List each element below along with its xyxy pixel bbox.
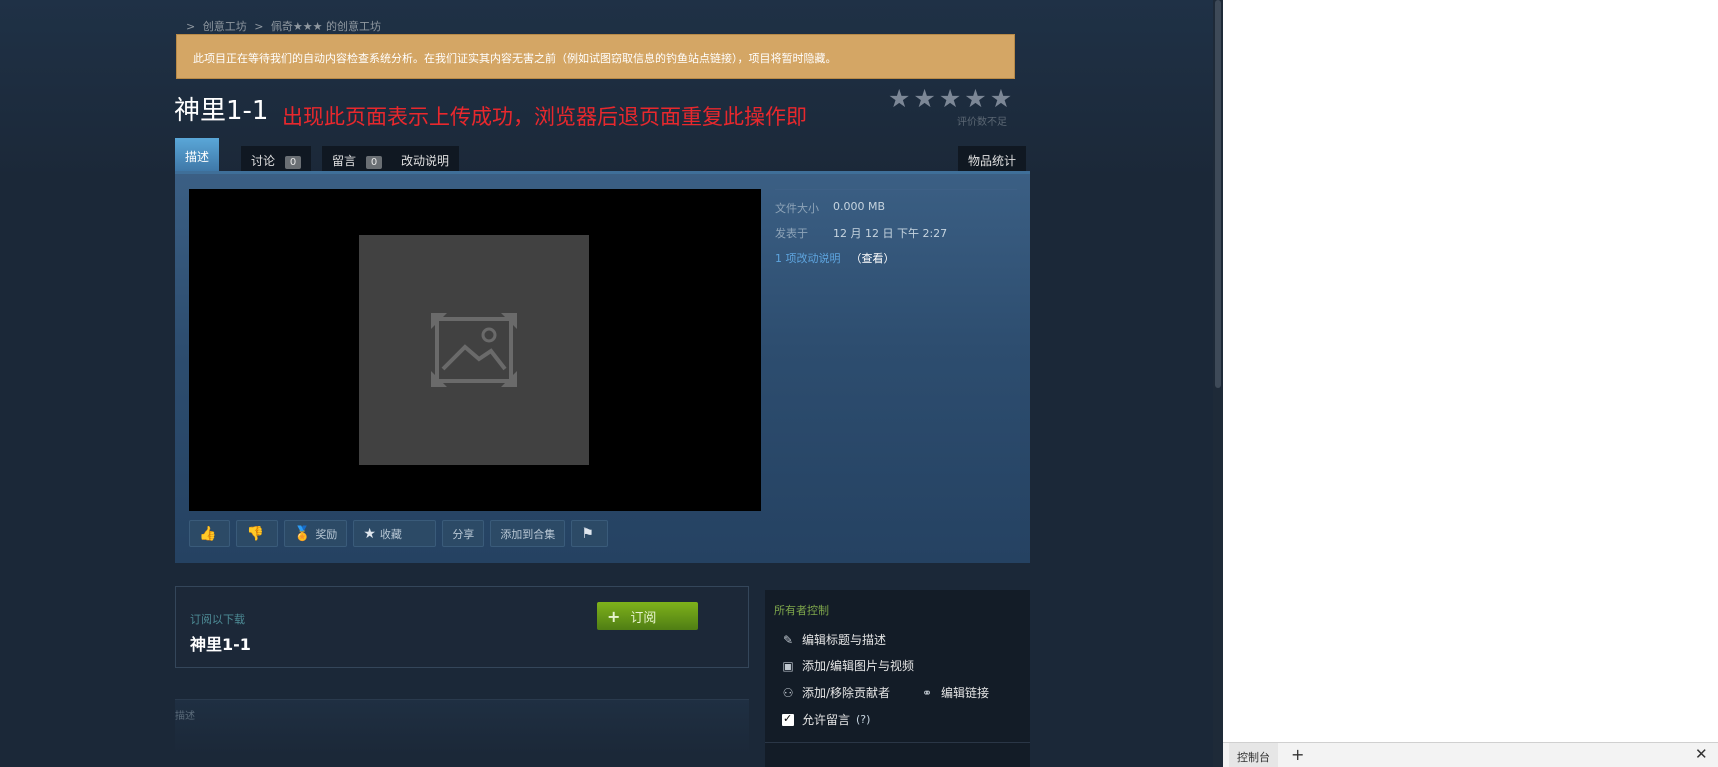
add-media-label: 添加/编辑图片与视频 — [802, 659, 915, 673]
view-changelog-link[interactable]: （查看） — [851, 250, 895, 266]
share-label: 分享 — [452, 527, 475, 541]
image-icon: ▣ — [782, 658, 794, 673]
tab-discussions-label: 讨论 — [251, 154, 276, 168]
tab-description[interactable]: 描述 — [175, 138, 220, 171]
thumbs-down-icon: 👎 — [246, 525, 264, 542]
tab-stats-label: 物品统计 — [968, 154, 1017, 168]
add-media-link[interactable]: ▣ 添加/编辑图片与视频 — [780, 657, 914, 674]
description-label: 描述 — [175, 711, 195, 722]
subscribe-label: 订阅以下载 — [190, 613, 245, 626]
file-size-key: 文件大小 — [775, 202, 819, 215]
item-main-panel: 文件大小 0.000 MB 发表于 12 月 12 日 下午 2:27 1 项改… — [175, 174, 1030, 563]
close-icon[interactable]: ✕ — [1695, 745, 1708, 763]
add-tab-icon[interactable]: + — [1291, 745, 1304, 764]
devtools-drawer-bar: 控制台 + ✕ — [1223, 742, 1718, 767]
posted-value: 12 月 12 日 下午 2:27 — [833, 227, 948, 240]
breadcrumb-workshop-link[interactable]: 创意工坊 — [203, 20, 247, 33]
link-icon: ⚭ — [921, 685, 933, 700]
discussions-count-badge: 0 — [284, 156, 302, 169]
allow-comments-label: 允许留言 — [802, 713, 851, 727]
contributors-link[interactable]: ⚇ 添加/移除贡献者 — [780, 684, 890, 701]
breadcrumb-arrow: > — [186, 20, 196, 33]
tab-comments[interactable]: 留言 0 — [322, 146, 393, 171]
upload-success-message: 出现此页面表示上传成功，浏览器后退页面重复此操作即 — [282, 105, 807, 129]
star-icon: ★ — [363, 525, 376, 542]
plus-icon: + — [607, 606, 621, 626]
vote-down-button[interactable]: 👎 — [236, 520, 278, 547]
contributors-label: 添加/移除贡献者 — [802, 686, 891, 700]
owner-controls-panel: 所有者控制 ✎ 编辑标题与描述 ▣ 添加/编辑图片与视频 ⚇ 添加/移除贡献者 … — [765, 590, 1030, 767]
edit-title-link[interactable]: ✎ 编辑标题与描述 — [780, 631, 886, 648]
item-metadata: 文件大小 0.000 MB 发表于 12 月 12 日 下午 2:27 1 项改… — [775, 189, 1017, 275]
image-placeholder-icon — [431, 313, 517, 387]
page-title: 神里1-1 — [174, 96, 269, 126]
favorite-button[interactable]: ★ 收藏 — [353, 520, 437, 547]
tab-console[interactable]: 控制台 — [1229, 743, 1278, 767]
help-link[interactable]: (?) — [856, 713, 870, 726]
rating-stars: ★ ★ ★ ★ ★ — [888, 86, 1012, 111]
tab-changelog[interactable]: 改动说明 — [391, 146, 460, 171]
award-icon: 🏅 — [293, 525, 312, 542]
star-icon: ★ — [938, 84, 962, 113]
breadcrumb-separator: > — [254, 20, 264, 33]
tab-stats[interactable]: 物品统计 — [958, 146, 1027, 171]
tab-description-label: 描述 — [185, 150, 210, 164]
subscribe-box: 订阅以下载 神里1-1 + 订阅 — [175, 586, 749, 668]
breadcrumb: > 创意工坊 > 佩奇★★★ 的创意工坊 — [186, 18, 385, 34]
allow-comments-row: 允许留言 (?) — [780, 711, 870, 728]
edit-links-link[interactable]: ⚭ 编辑链接 — [919, 684, 989, 701]
preview-placeholder — [359, 235, 589, 465]
owner-divider — [765, 742, 1030, 743]
contributors-icon: ⚇ — [782, 685, 794, 700]
action-bar: 👍 👎 🏅 奖励 ★ 收藏 分享 添加到合集 ⚑ — [189, 520, 608, 547]
share-button[interactable]: 分享 — [442, 520, 485, 547]
item-tabs: 描述 讨论 0 留言 0 改动说明 物品统计 — [175, 138, 1030, 174]
edit-icon: ✎ — [782, 632, 794, 647]
award-label: 奖励 — [315, 527, 338, 541]
thumbs-up-icon: 👍 — [199, 525, 217, 542]
star-icon: ★ — [964, 84, 987, 113]
star-icon: ★ — [989, 84, 1013, 113]
add-to-collection-label: 添加到合集 — [500, 527, 556, 541]
flag-icon: ⚑ — [581, 525, 594, 542]
file-size-value: 0.000 MB — [833, 200, 886, 213]
subscribe-item-title: 神里1-1 — [190, 635, 251, 654]
page-scrollbar[interactable] — [1213, 0, 1223, 767]
edit-links-label: 编辑链接 — [941, 686, 990, 700]
allow-comments-checkbox[interactable] — [782, 712, 794, 726]
posted-row: 发表于 12 月 12 日 下午 2:27 — [775, 225, 1017, 241]
scrollbar-thumb[interactable] — [1215, 0, 1221, 388]
posted-key: 发表于 — [775, 227, 808, 240]
subscribe-button[interactable]: + 订阅 — [597, 602, 698, 630]
tab-discussions[interactable]: 讨论 0 — [241, 146, 312, 171]
breadcrumb-user-workshop-link[interactable]: 佩奇★★★ 的创意工坊 — [271, 20, 381, 33]
changelog-row: 1 项改动说明 （查看） — [775, 250, 1017, 266]
owner-controls-title: 所有者控制 — [774, 604, 829, 617]
tab-comments-label: 留言 — [332, 154, 357, 168]
favorite-label: 收藏 — [379, 527, 402, 541]
changelog-link[interactable]: 1 项改动说明 — [775, 250, 841, 266]
moderation-notice: 此项目正在等待我们的自动内容检查系统分析。在我们证实其内容无害之前（例如试图窃取… — [176, 34, 1015, 79]
steam-workshop-page: > 创意工坊 > 佩奇★★★ 的创意工坊 此项目正在等待我们的自动内容检查系统分… — [0, 0, 1223, 767]
vote-up-button[interactable]: 👍 — [189, 520, 231, 547]
tab-changelog-label: 改动说明 — [401, 154, 450, 168]
star-icon: ★ — [913, 84, 936, 113]
edit-title-label: 编辑标题与描述 — [802, 633, 887, 647]
file-size-row: 文件大小 0.000 MB — [775, 200, 1017, 216]
rating-label: 评价数不足 — [957, 117, 1007, 128]
preview-area[interactable] — [189, 189, 761, 511]
award-button[interactable]: 🏅 奖励 — [283, 520, 348, 547]
report-button[interactable]: ⚑ — [571, 520, 608, 547]
comments-count-badge: 0 — [365, 156, 383, 169]
star-icon: ★ — [888, 84, 911, 113]
description-section: 描述 — [175, 699, 749, 755]
add-to-collection-button[interactable]: 添加到合集 — [490, 520, 566, 547]
subscribe-button-label: 订阅 — [630, 610, 657, 626]
